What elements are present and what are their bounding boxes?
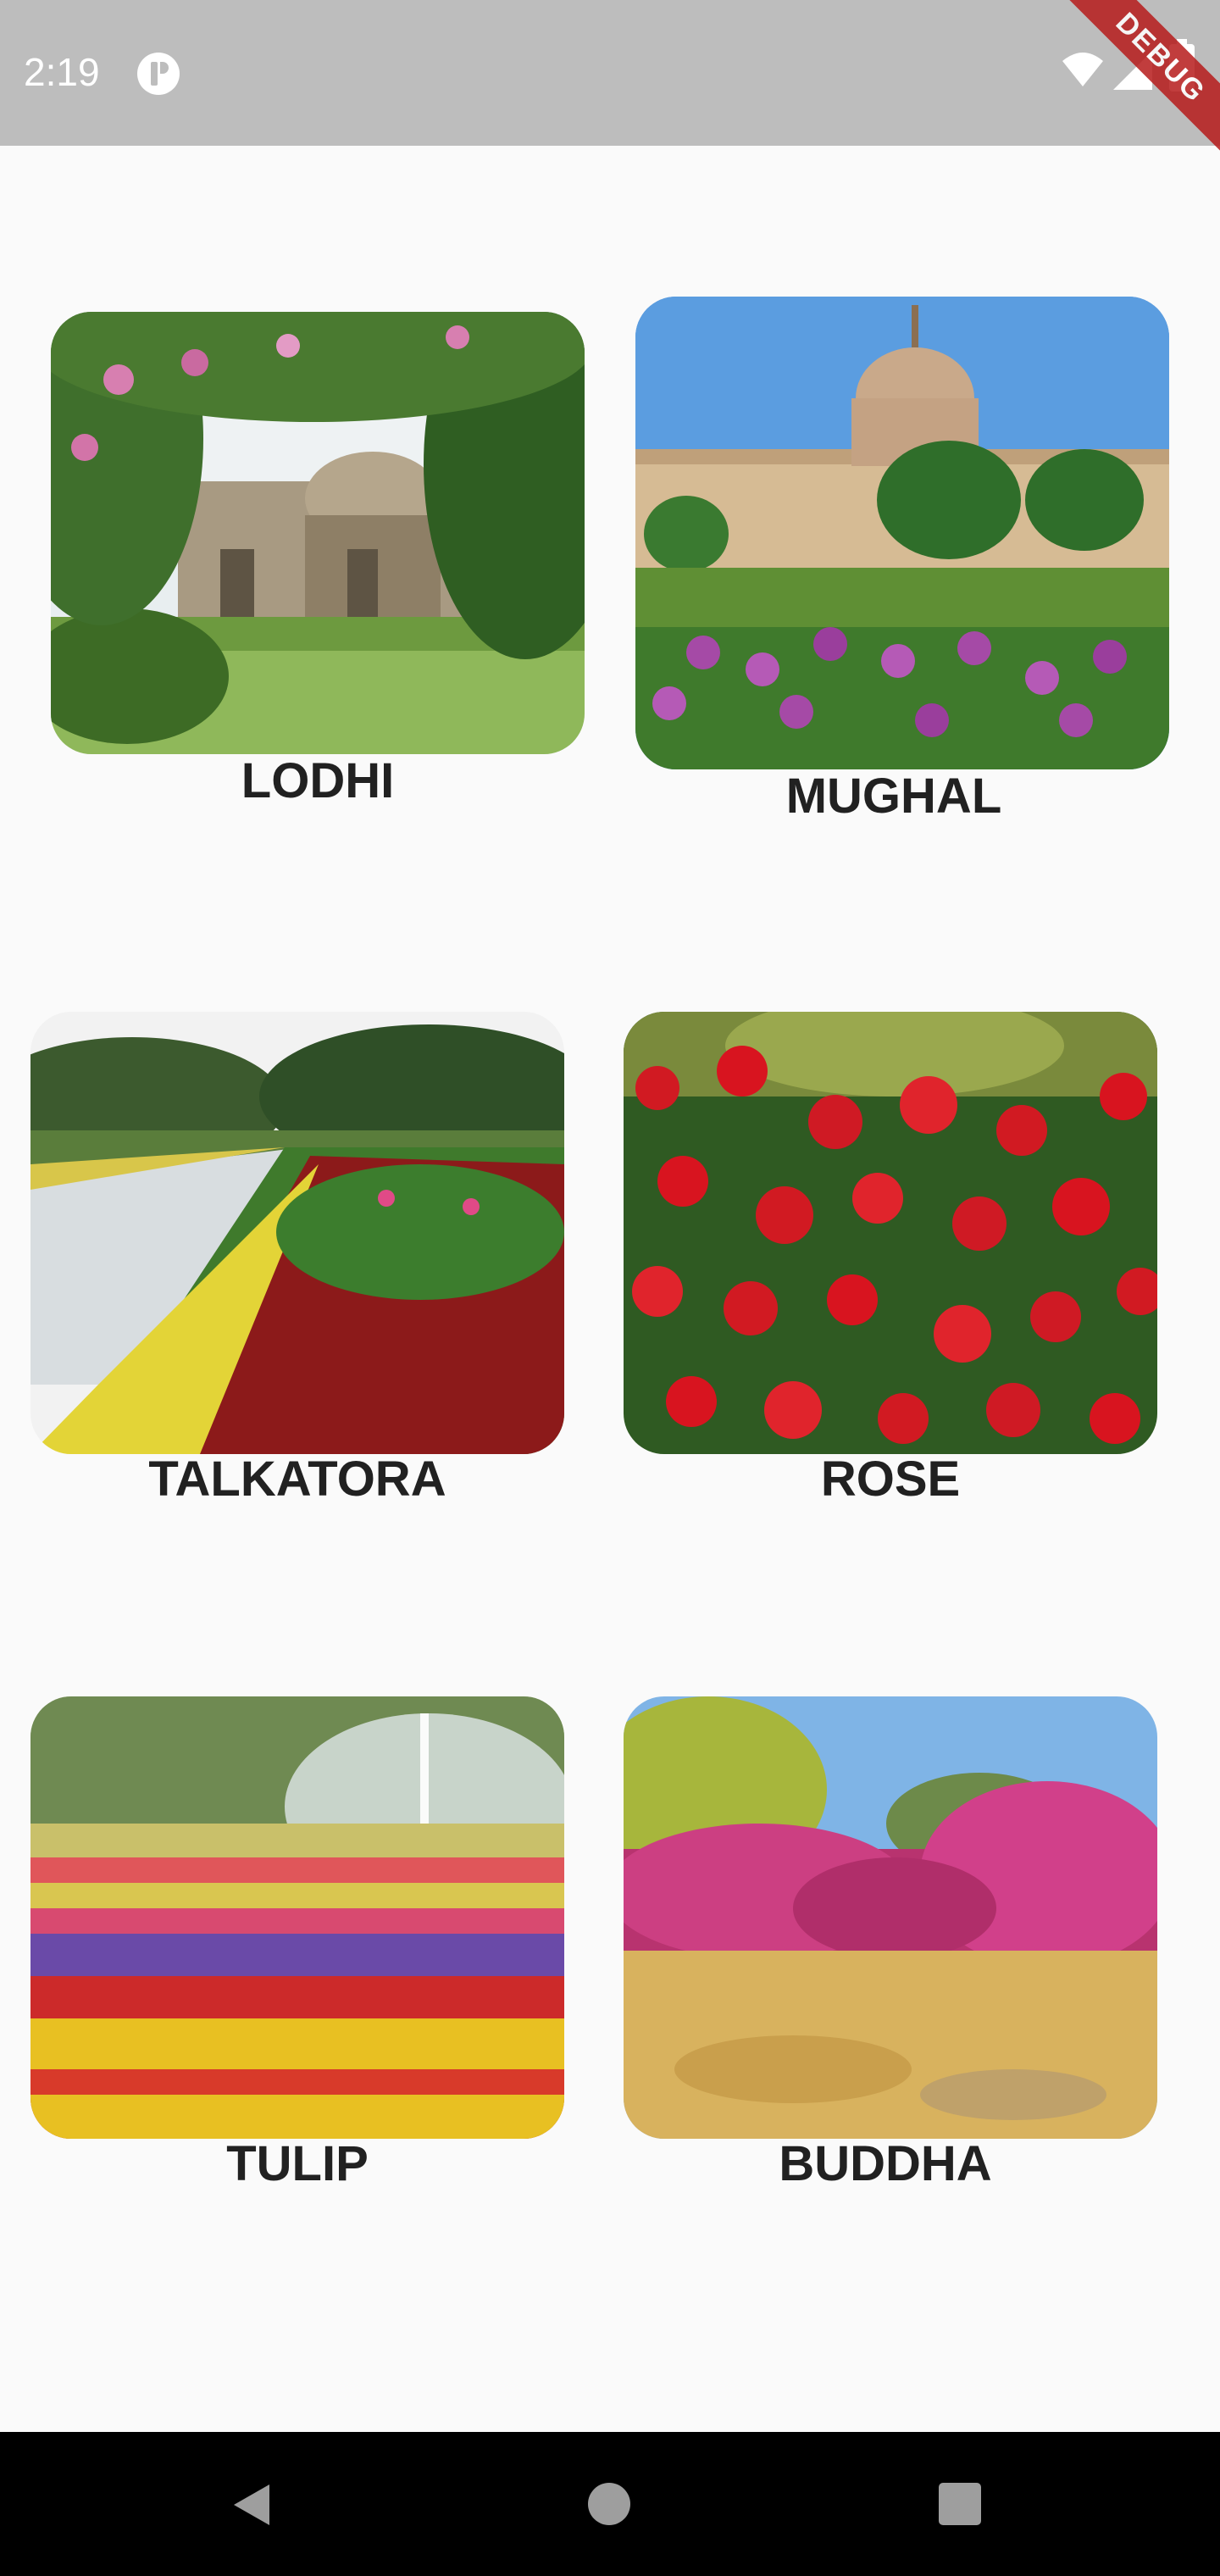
rose-garden-image[interactable] xyxy=(624,1012,1157,1454)
garden-label-buddha: BUDDHA xyxy=(779,2136,992,2191)
app-notification-icon xyxy=(137,53,180,95)
garden-label-mughal: MUGHAL xyxy=(785,769,1002,824)
lodhi-garden-image[interactable] xyxy=(51,312,585,754)
mughal-garden-image[interactable] xyxy=(635,297,1169,769)
tulip-garden-image[interactable] xyxy=(30,1696,564,2139)
navigation-bar xyxy=(0,2432,1220,2576)
garden-label-rose: ROSE xyxy=(820,1452,961,1507)
talkatora-garden-image[interactable] xyxy=(30,1012,564,1454)
garden-label-tulip: TULIP xyxy=(226,2136,369,2191)
status-bar: 2:19 DEBUG xyxy=(0,0,1220,177)
status-time: 2:19 xyxy=(24,50,100,94)
garden-label-lodhi: LODHI xyxy=(241,753,395,808)
back-icon[interactable] xyxy=(229,2481,276,2529)
home-icon[interactable] xyxy=(588,2483,630,2525)
wifi-icon xyxy=(1062,53,1103,86)
garden-label-talkatora: TALKATORA xyxy=(148,1452,446,1507)
buddha-garden-image[interactable] xyxy=(624,1696,1157,2139)
recent-apps-icon[interactable] xyxy=(939,2483,981,2525)
